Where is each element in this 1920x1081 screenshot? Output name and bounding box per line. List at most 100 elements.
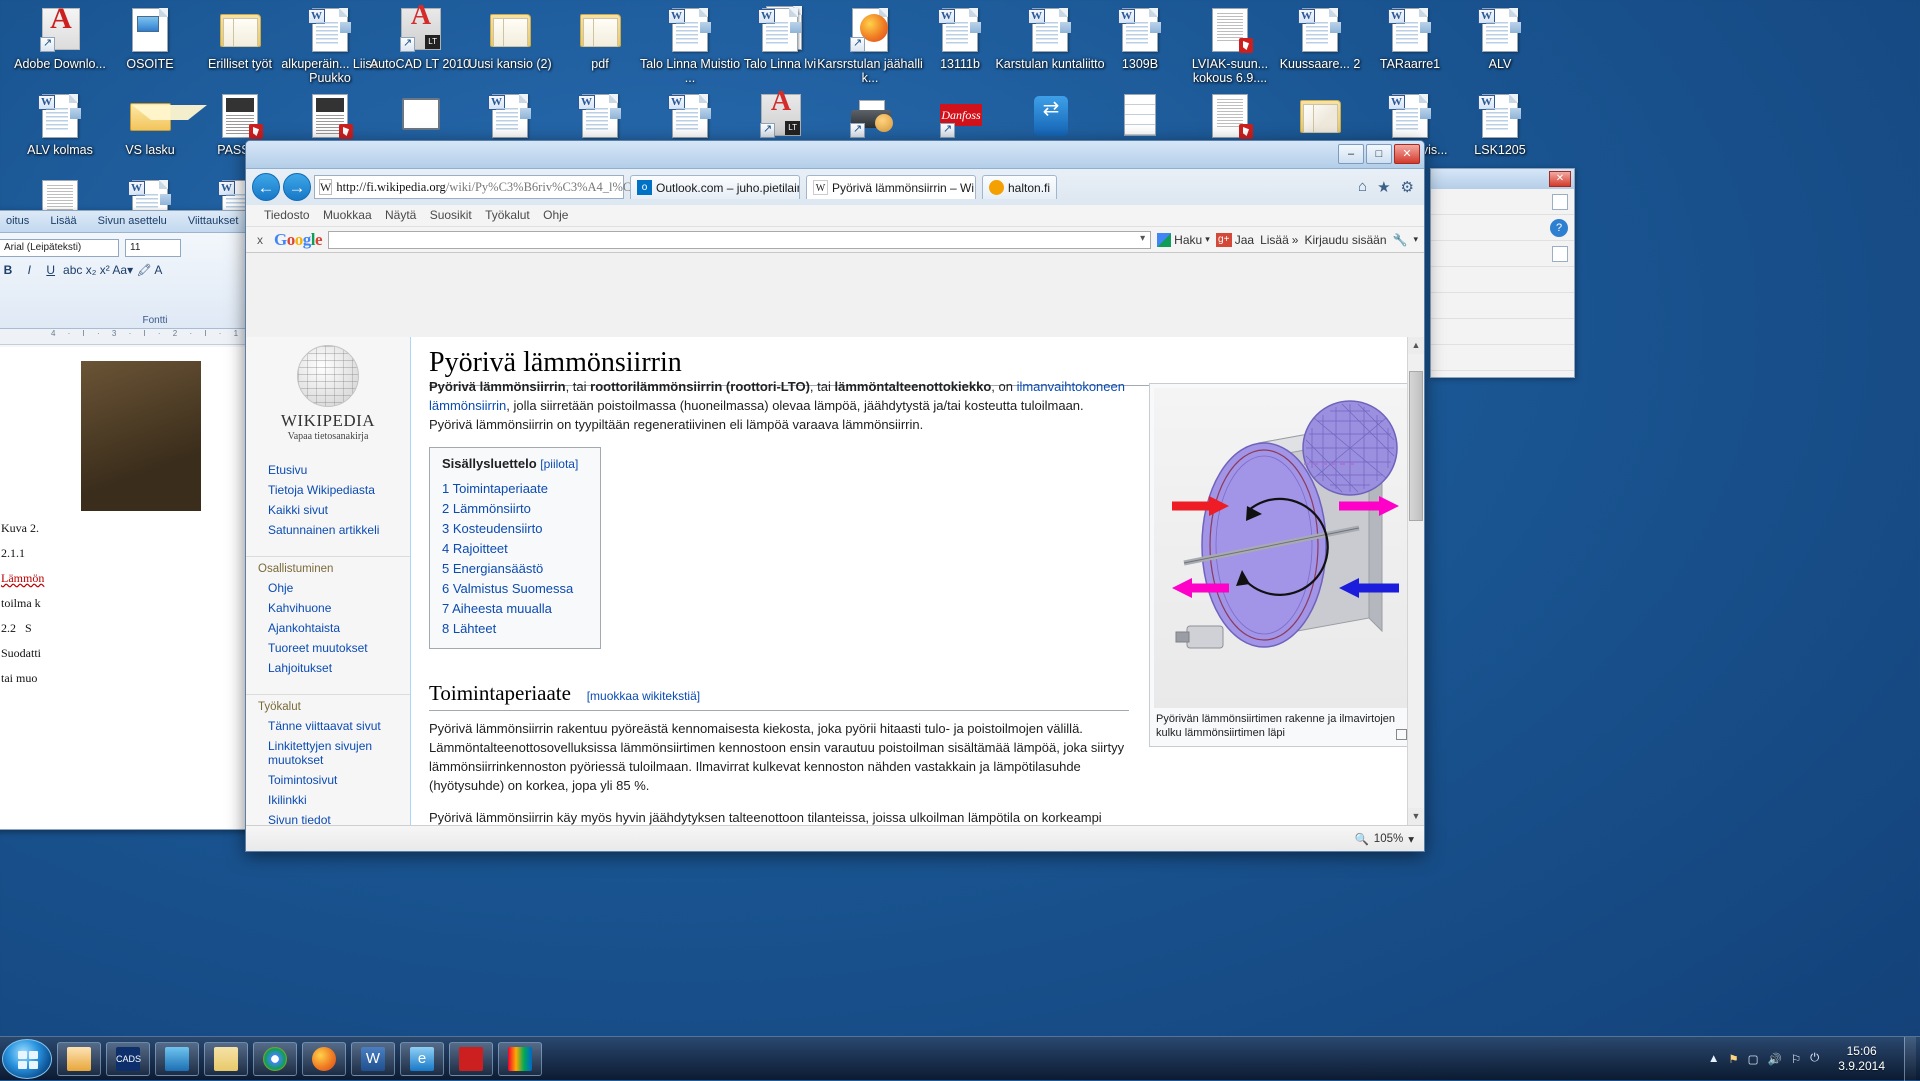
font-name-input[interactable]: Arial (Leipäteksti) — [0, 239, 119, 257]
scroll-up-icon[interactable]: ▲ — [1408, 337, 1424, 354]
word-tab-0[interactable]: oitus — [0, 211, 38, 231]
scrollbar-thumb[interactable] — [1409, 371, 1423, 521]
font-style-buttons[interactable]: B I U abc x₂ x² Aa▾ 🖍 A — [0, 263, 163, 277]
sidebar-item-linkitettyjen[interactable]: Linkitettyjen sivujen muutokset — [246, 736, 410, 770]
start-button[interactable] — [2, 1038, 52, 1079]
close-toolbar-icon[interactable]: x — [252, 233, 268, 247]
toc-item-6[interactable]: 6 Valmistus Suomessa — [442, 578, 578, 598]
toc-item-5[interactable]: 5 Energiansäästö — [442, 558, 578, 578]
background-window-row-5[interactable] — [1431, 293, 1574, 319]
forward-button[interactable]: → — [283, 173, 311, 201]
menu-tyokalut[interactable]: Työkalut — [485, 205, 540, 225]
sidebar-item-kahvihuone[interactable]: Kahvihuone — [246, 598, 410, 618]
outlook-taskbar-button[interactable] — [57, 1041, 101, 1076]
flag-icon[interactable]: ⚐ — [1791, 1052, 1801, 1066]
show-hidden-icons-icon[interactable]: ▲ — [1708, 1053, 1719, 1065]
close-button[interactable]: ✕ — [1394, 144, 1420, 164]
google-search-input[interactable] — [328, 230, 1152, 249]
explorer-taskbar-button[interactable] — [204, 1041, 248, 1076]
ie-taskbar-button[interactable]: e — [400, 1041, 444, 1076]
sidebar-item-ajankohtaista[interactable]: Ajankohtaista — [246, 618, 410, 638]
toc-toggle[interactable]: [piilota] — [540, 457, 578, 471]
tab-wikipedia[interactable]: W Pyörivä lämmönsiirrin – Wi... ✕ — [806, 175, 976, 199]
tab-outlook[interactable]: o Outlook.com – juho.pietilaine... — [630, 175, 800, 199]
word-tab-1[interactable]: Lisää — [41, 211, 85, 231]
volume-icon[interactable]: 🔊 — [1768, 1052, 1782, 1066]
google-search-button[interactable]: Haku ▾ — [1157, 232, 1210, 247]
background-window-titlebar[interactable]: ✕ — [1431, 169, 1574, 189]
desktop-icon-lsk1205[interactable]: W LSK1205 — [1444, 92, 1556, 157]
menu-suosikit[interactable]: Suosikit — [430, 205, 482, 225]
sidebar-item-ikilinkki[interactable]: Ikilinkki — [246, 790, 410, 810]
clock[interactable]: 15:06 3.9.2014 — [1828, 1044, 1895, 1074]
background-window-row-2[interactable]: ? — [1431, 215, 1574, 241]
table-of-contents[interactable]: Sisällysluettelo [piilota] 1 Toimintaper… — [429, 447, 602, 649]
shield-icon[interactable]: ⚑ — [1728, 1052, 1738, 1066]
acrobat-taskbar-button[interactable] — [449, 1041, 493, 1076]
word-tab-2[interactable]: Sivun asettelu — [89, 211, 176, 231]
zoom-chevron-icon[interactable]: ▾ — [1408, 832, 1414, 846]
sidebar-item-kaikki-sivut[interactable]: Kaikki sivut — [246, 500, 410, 520]
background-window-row-7[interactable] — [1431, 345, 1574, 371]
underline-button[interactable]: U — [42, 263, 60, 277]
sidebar-item-sivun-tiedot[interactable]: Sivun tiedot — [246, 810, 410, 825]
menu-ohje[interactable]: Ohje — [543, 205, 578, 225]
background-window-row-6[interactable] — [1431, 319, 1574, 345]
media-player-taskbar-button[interactable] — [155, 1041, 199, 1076]
ie-menu-bar[interactable]: Tiedosto Muokkaa Näytä Suosikit Työkalut… — [246, 205, 1424, 227]
taskbar[interactable]: CADS We ▲ ⚑ ▢ 🔊 ⚐ ⏻ 15:06 3.9.2014 — [0, 1036, 1920, 1081]
sidebar-item-satunnainen[interactable]: Satunnainen artikkeli — [246, 520, 410, 540]
google-toolbar[interactable]: x Google Haku ▾ g+ Jaa Lisää » Kirjaudu … — [246, 227, 1424, 253]
wrench-icon[interactable]: 🔧 — [1393, 233, 1408, 247]
background-window-row-3[interactable] — [1431, 241, 1574, 267]
sidebar-item-toimintosivut[interactable]: Toimintosivut — [246, 770, 410, 790]
minimize-button[interactable]: – — [1338, 144, 1364, 164]
taskbar-buttons[interactable]: CADS We — [52, 1041, 542, 1076]
google-share-button[interactable]: g+ Jaa — [1215, 232, 1254, 247]
link-lammonsiirrin[interactable]: lämmönsiirrin — [429, 398, 506, 413]
help-icon[interactable]: ? — [1550, 218, 1568, 237]
subscript-button[interactable]: x₂ — [86, 263, 97, 277]
chevron-down-icon[interactable] — [1552, 245, 1568, 262]
bold-button[interactable]: B — [0, 263, 17, 277]
sidebar-item-ohje[interactable]: Ohje — [246, 578, 410, 598]
expand-icon[interactable] — [1396, 729, 1407, 740]
power-icon[interactable]: ⏻ — [1810, 1052, 1819, 1065]
toc-item-3[interactable]: 3 Kosteudensiirto — [442, 518, 578, 538]
google-more-button[interactable]: Lisää » — [1260, 233, 1298, 247]
cads-taskbar-button[interactable]: CADS — [106, 1041, 150, 1076]
search-icon[interactable] — [1552, 193, 1568, 210]
menu-tiedosto[interactable]: Tiedosto — [264, 205, 320, 225]
edit-section-link[interactable]: [muokkaa wikitekstiä] — [587, 689, 700, 703]
toc-item-7[interactable]: 7 Aiheesta muualla — [442, 598, 578, 618]
system-tray[interactable]: ▲ ⚑ ▢ 🔊 ⚐ ⏻ 15:06 3.9.2014 — [1708, 1036, 1920, 1081]
close-icon[interactable]: ✕ — [1549, 171, 1571, 187]
gear-icon[interactable]: ⚙ — [1401, 178, 1414, 196]
chevron-down-icon[interactable]: ▾ — [1205, 234, 1210, 245]
font-color-button[interactable]: A — [154, 263, 162, 277]
change-case-button[interactable]: Aa▾ — [112, 263, 133, 277]
tab-halton[interactable]: halton.fi — [982, 175, 1058, 199]
toc-item-4[interactable]: 4 Rajoitteet — [442, 538, 578, 558]
toc-item-8[interactable]: 8 Lähteet — [442, 618, 578, 638]
italic-button[interactable]: I — [20, 263, 38, 277]
menu-muokkaa[interactable]: Muokkaa — [323, 205, 382, 225]
home-icon[interactable]: ⌂ — [1358, 178, 1367, 196]
strikethrough-button[interactable]: abc — [63, 263, 82, 277]
internet-explorer-window[interactable]: – □ ✕ ← → W http://fi.wikipedia.org/wiki… — [245, 140, 1425, 852]
word-taskbar-button[interactable]: W — [351, 1041, 395, 1076]
font-size-input[interactable]: 11 — [125, 239, 181, 257]
window-controls[interactable]: – □ ✕ — [1338, 144, 1420, 164]
maximize-button[interactable]: □ — [1366, 144, 1392, 164]
sidebar-item-etusivu[interactable]: Etusivu — [246, 460, 410, 480]
background-window-right[interactable]: ✕ ? — [1430, 168, 1575, 378]
firefox-taskbar-button[interactable] — [302, 1041, 346, 1076]
chevron-down-icon[interactable]: ▾ — [1413, 234, 1418, 245]
network-icon[interactable]: ▢ — [1748, 1052, 1759, 1066]
ie-navigation-bar[interactable]: ← → W http://fi.wikipedia.org/wiki/Py%C3… — [246, 169, 1424, 205]
google-sign-in[interactable]: Kirjaudu sisään 🔧 ▾ — [1304, 233, 1418, 247]
scroll-down-icon[interactable]: ▼ — [1408, 808, 1424, 825]
zoom-level[interactable]: 105% — [1374, 833, 1403, 845]
article-figure[interactable]: Pyörivän lämmönsiirtimen rakenne ja ilma… — [1149, 383, 1414, 747]
toc-item-2[interactable]: 2 Lämmönsiirto — [442, 498, 578, 518]
